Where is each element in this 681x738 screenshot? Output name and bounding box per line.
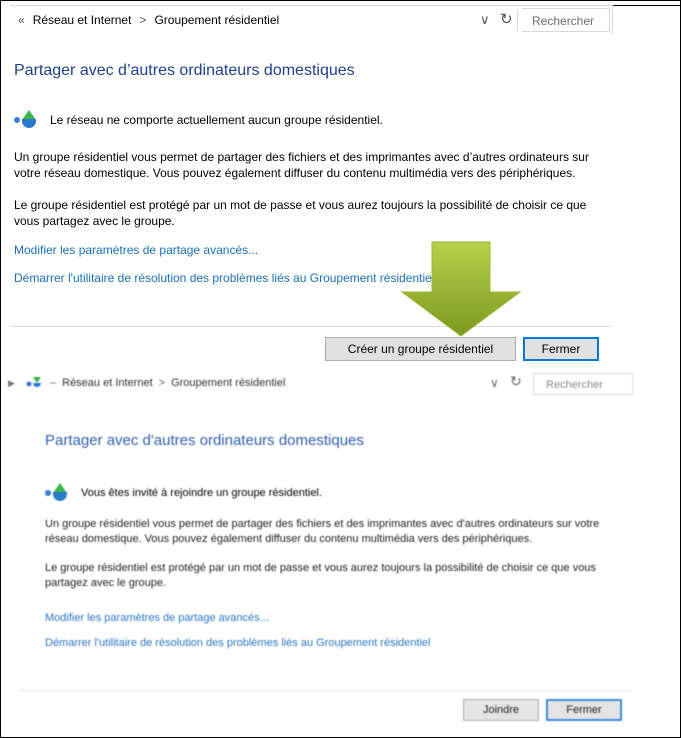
- breadcrumb-item-reseau[interactable]: Réseau et Internet: [33, 13, 132, 27]
- page-title: Partager avec d’autres ordinateurs domes…: [14, 62, 355, 79]
- join-button[interactable]: Joindre: [463, 699, 539, 721]
- status-text: Le réseau ne comporte actuellement aucun…: [50, 113, 383, 127]
- status-text: Vous êtes invité à rejoindre un groupe r…: [81, 487, 322, 499]
- nav-back-icon[interactable]: ▶: [8, 378, 15, 389]
- description-paragraph-1: Un groupe résidentiel vous permet de par…: [45, 518, 600, 545]
- search-input[interactable]: Rechercher: [522, 8, 610, 32]
- chevron-down-icon[interactable]: ∨: [480, 12, 490, 28]
- down-arrow-annotation-icon: [400, 241, 522, 337]
- homegroup-icon: [14, 110, 42, 130]
- breadcrumb-item-groupement[interactable]: Groupement résidentiel: [171, 377, 285, 389]
- breadcrumb: – Réseau et Internet > Groupement résidenti…: [50, 377, 286, 389]
- advanced-sharing-link[interactable]: Modifier les paramètres de partage avanc…: [45, 612, 269, 624]
- advanced-sharing-link[interactable]: Modifier les paramètres de partage avanc…: [14, 243, 258, 257]
- footer-divider: [20, 690, 632, 691]
- close-button[interactable]: Fermer: [523, 337, 599, 361]
- window-corner-line: [612, 5, 681, 6]
- window-top-border: [10, 5, 612, 6]
- breadcrumb-separator: >: [158, 377, 166, 389]
- troubleshooter-link[interactable]: Démarrer l'utilitaire de résolution des …: [14, 271, 435, 285]
- page-title: Partager avec d'autres ordinateurs domes…: [45, 432, 364, 449]
- address-bar: « Réseau et Internet > Groupement résidenti…: [10, 8, 612, 34]
- window-corner-line-vertical: [612, 5, 613, 34]
- search-input[interactable]: Rechercher: [533, 373, 633, 395]
- refresh-icon[interactable]: ↻: [500, 10, 513, 28]
- create-homegroup-button[interactable]: Créer un groupe résidentiel: [325, 337, 516, 361]
- breadcrumb-back-icon[interactable]: «: [18, 13, 25, 27]
- homegroup-window-bottom: ▶ – Réseau et Internet > Groupement résiden…: [0, 372, 681, 738]
- address-bar: – Réseau et Internet > Groupement résidenti…: [20, 372, 633, 398]
- close-button[interactable]: Fermer: [546, 699, 622, 721]
- address-divider: [517, 11, 518, 31]
- troubleshooter-link[interactable]: Démarrer l'utilitaire de résolution des …: [45, 637, 430, 649]
- breadcrumb-item-groupement[interactable]: Groupement résidentiel: [154, 13, 279, 27]
- breadcrumb-separator: >: [139, 13, 147, 27]
- description-paragraph-2: Le groupe résidentiel est protégé par un…: [45, 562, 596, 589]
- chevron-down-icon[interactable]: ∨: [490, 376, 499, 390]
- description-paragraph-1: Un groupe résidentiel vous permet de par…: [14, 150, 589, 180]
- homegroup-status: Le réseau ne comporte actuellement aucun…: [14, 110, 383, 130]
- breadcrumb: « Réseau et Internet > Groupement résidenti…: [18, 13, 279, 27]
- homegroup-status: Vous êtes invité à rejoindre un groupe r…: [45, 483, 322, 503]
- homegroup-window-top: « Réseau et Internet > Groupement résidenti…: [0, 0, 681, 372]
- description-paragraph-2: Le groupe résidentiel est protégé par un…: [14, 198, 587, 228]
- refresh-icon[interactable]: ↻: [510, 373, 522, 390]
- breadcrumb-item-reseau[interactable]: Réseau et Internet: [62, 377, 153, 389]
- homegroup-icon: [45, 483, 73, 503]
